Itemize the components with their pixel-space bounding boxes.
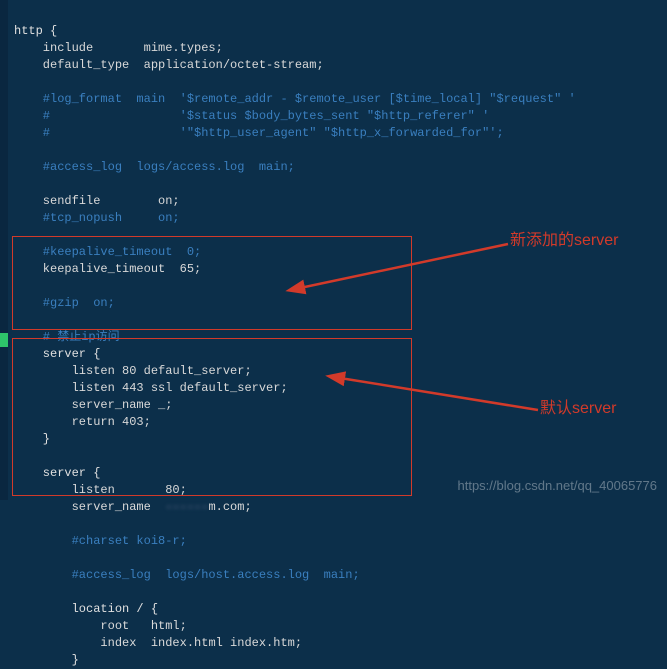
editor-gutter [0,0,8,500]
code-line: include [14,41,144,55]
code-line: index [14,636,151,650]
redacted-text: ------ [165,500,208,514]
code-line: server_name [14,500,165,514]
code-line: http { [14,24,57,38]
watermark: https://blog.csdn.net/qq_40065776 [458,477,658,494]
code-line: default_type [14,58,144,72]
code-token: application/octet-stream; [144,58,324,72]
code-comment: #log_format main '$remote_addr - $remote… [14,92,576,106]
highlight-box-new-server [12,236,412,330]
code-line: } [14,653,79,667]
code-token: html; [151,619,187,633]
code-line: root [14,619,151,633]
annotation-new-server: 新添加的server [510,232,618,249]
code-token: m.com; [208,500,251,514]
code-comment: # '"$http_user_agent" "$http_x_forwarded… [14,126,504,140]
annotation-default-server: 默认server [540,400,616,417]
change-marker [0,333,8,347]
code-token: on; [158,194,180,208]
code-comment: #access_log logs/access.log main; [14,160,295,174]
code-token: mime.types; [144,41,223,55]
code-token: index.html index.htm; [151,636,302,650]
code-comment: #tcp_nopush on; [14,211,180,225]
code-line: sendfile [14,194,158,208]
code-comment: #access_log logs/host.access.log main; [14,568,360,582]
code-line: location / { [14,602,158,616]
code-comment: #charset koi8-r; [14,534,187,548]
highlight-box-default-server [12,338,412,496]
code-comment: # '$status $body_bytes_sent "$http_refer… [14,109,489,123]
